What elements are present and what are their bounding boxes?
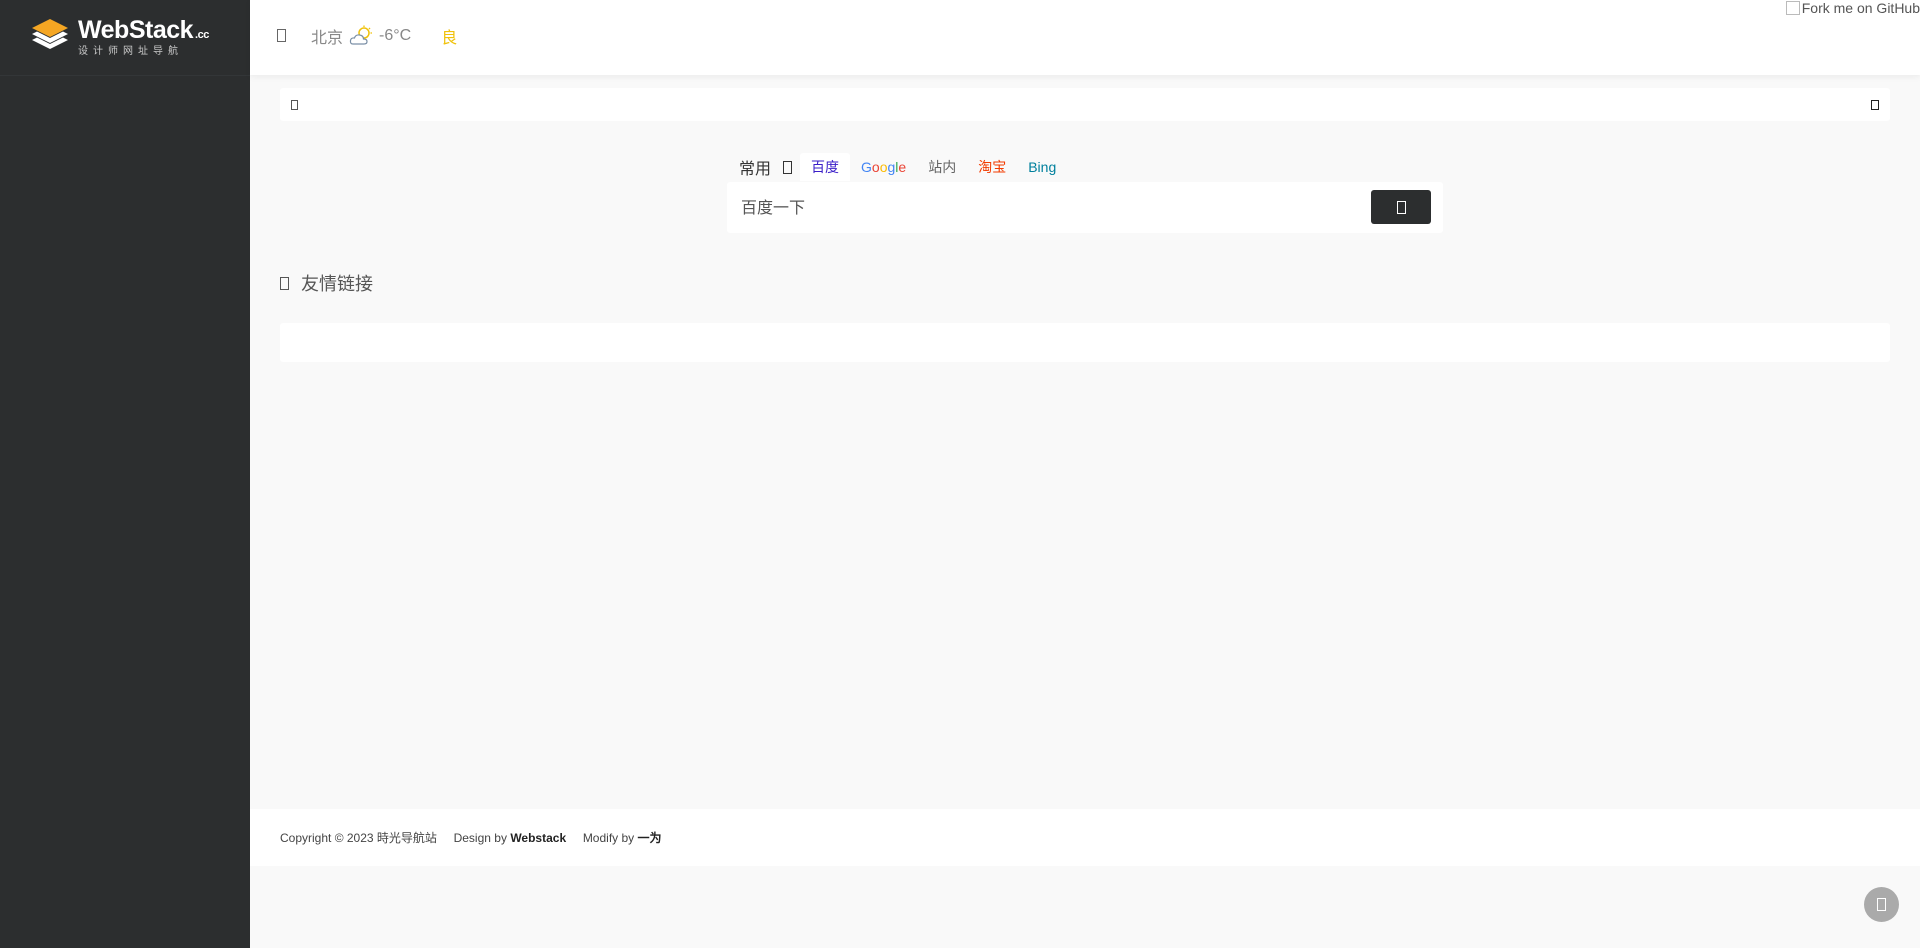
announcement-icon [291,100,298,110]
tab-google[interactable]: Google [850,153,917,181]
weather-city: 北京 [311,30,344,47]
logo-tagline: 设计师网址导航 [78,45,183,57]
air-quality-badge: 良 [441,30,458,47]
sidebar: WebStack .cc 设计师网址导航 [0,0,250,948]
logo-brand: WebStack .cc [78,15,209,44]
webstack-link[interactable]: Webstack [510,831,566,845]
search-group-toggle-icon[interactable] [783,160,793,174]
search-group-label[interactable]: 常用 [727,155,783,179]
stack-logo-icon [32,19,68,49]
fork-me-github-link[interactable]: Fork me on GitHub [1785,0,1920,16]
search-button[interactable] [1371,190,1431,224]
copyright-text: Copyright © 2023 時光导航站 [280,831,437,845]
notice-bar [280,88,1890,121]
site-logo[interactable]: WebStack .cc 设计师网址导航 [30,14,220,60]
friend-links-panel [280,323,1890,362]
back-to-top-button[interactable] [1864,887,1899,922]
weather-temperature: -6°C [379,27,412,44]
broken-image-icon [1785,1,1800,15]
design-prefix: Design by [453,831,507,845]
search-panel: 常用 百度 Google 站内 淘宝 Bing [727,152,1443,235]
author-link[interactable]: 一为 [638,831,662,845]
search-engine-tabs: 常用 百度 Google 站内 淘宝 Bing [727,152,1443,182]
link-icon [280,276,289,290]
notice-more-icon[interactable] [1871,100,1879,110]
fork-badge-alt-text: Fork me on GitHub [1801,0,1920,16]
section-title: 友情链接 [301,274,373,294]
top-bar: 北京 -6°C 良 Fork me on GitHub [250,0,1920,75]
search-input[interactable] [739,182,1343,235]
tab-taobao[interactable]: 淘宝 [967,153,1017,181]
tab-baidu[interactable]: 百度 [800,153,851,181]
tab-bing[interactable]: Bing [1017,153,1067,181]
arrow-up-icon [1877,898,1886,911]
tab-site-search[interactable]: 站内 [917,153,967,181]
modify-prefix: Modify by [582,831,635,845]
search-icon [1396,200,1406,214]
section-heading: 友情链接 [280,270,373,296]
menu-toggle-icon[interactable] [277,29,286,42]
cloudy-icon [349,25,373,45]
footer: Copyright © 2023 時光导航站 Design by Webstac… [250,809,1920,866]
sidebar-divider [0,75,250,76]
weather-widget[interactable]: 北京 -6°C 良 [311,24,457,48]
search-box [727,182,1443,235]
